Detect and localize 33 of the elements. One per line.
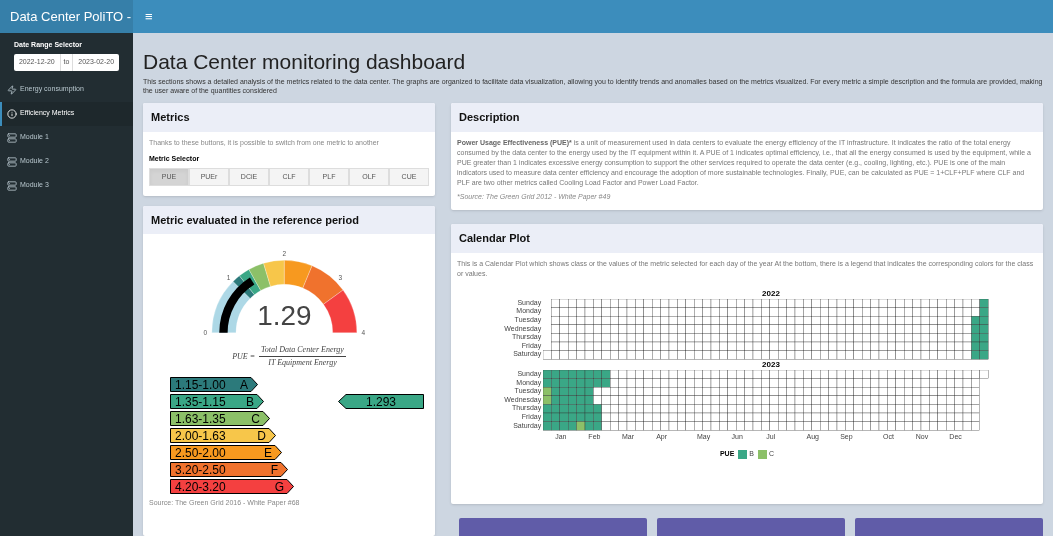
class-range: 1.63-1.35	[175, 412, 226, 425]
server-icon	[7, 156, 17, 167]
server-icon	[7, 132, 17, 143]
class-letter: A	[240, 378, 248, 391]
calendar-year-title: 2022	[762, 288, 780, 299]
gauge-value: 1.29	[257, 300, 312, 332]
class-letter: B	[246, 395, 254, 408]
formula-lhs: PUE =	[232, 350, 256, 363]
formula-denominator: IT Equipment Energy	[268, 357, 337, 370]
brand-title[interactable]: Data Center PoliTO -	[10, 6, 132, 27]
card-header: Metric evaluated in the reference period	[143, 205, 435, 235]
class-letter: F	[270, 463, 278, 476]
lightning-icon	[7, 84, 17, 95]
info-icon	[7, 108, 17, 119]
class-letter: E	[264, 446, 272, 459]
class-letter: D	[257, 429, 266, 442]
class-range: 2.00-1.63	[175, 429, 226, 442]
class-range: 4.20-3.20	[175, 480, 226, 493]
class-range: 1.15-1.00	[175, 378, 226, 391]
class-letter: G	[274, 480, 284, 493]
calendar-year-title: 2023	[762, 359, 780, 370]
card-header: Metrics	[143, 103, 435, 132]
class-letter: C	[251, 412, 260, 425]
server-icon	[7, 180, 17, 191]
card-header: Calendar Plot	[451, 224, 1043, 253]
card-header: Description	[451, 103, 1043, 132]
class-range: 2.50-2.00	[175, 446, 226, 459]
menu-toggle-button[interactable]: ≡	[145, 10, 153, 23]
pointer-value: 1.293	[365, 394, 397, 410]
class-range: 3.20-2.50	[175, 463, 226, 476]
page-title: Data Center monitoring dashboard	[143, 49, 467, 75]
formula-numerator: Total Data Center Energy	[259, 344, 346, 358]
class-range: 1.35-1.15	[175, 395, 226, 408]
